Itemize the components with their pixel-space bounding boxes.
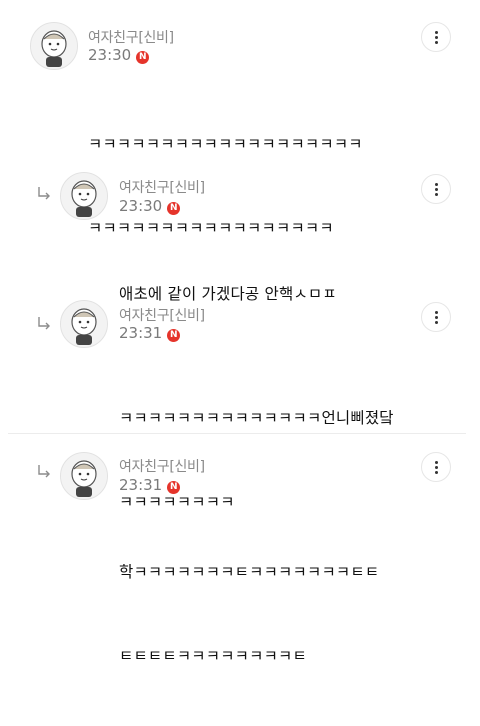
avatar[interactable] <box>30 22 78 70</box>
timestamp: 23:30 <box>119 197 163 215</box>
comment-line: ㅋㅋㅋㅋㅋㅋㅋㅋㅋㅋㅋㅋㅋㅋ언니삐졌닼 <box>119 409 394 427</box>
more-vertical-icon <box>435 311 438 314</box>
comment-item: 여자친구[신비] 23:30 N ㅋㅋㅋㅋㅋㅋㅋㅋㅋㅋㅋㅋㅋㅋㅋㅋㅋㅋㅋ ㅋㅋㅋㅋ… <box>0 0 480 237</box>
comment-time: 23:30 N <box>119 197 181 215</box>
comment-author[interactable]: 여자친구[신비] <box>119 456 205 476</box>
comment-time: 23:31 N <box>119 324 181 342</box>
avatar[interactable] <box>60 300 108 348</box>
reply-arrow-icon <box>38 187 50 200</box>
character-avatar-icon <box>61 173 107 219</box>
comment-body: 학ㅋㅋㅋㅋㅋㅋㅋㅌㅋㅋㅋㅋㅋㅋㅋㅌㅌ ㅌㅌㅌㅌㅋㅋㅋㅋㅋㅋㅋㅋㅌ <box>119 502 379 726</box>
comment-line: 학ㅋㅋㅋㅋㅋㅋㅋㅌㅋㅋㅋㅋㅋㅋㅋㅌㅌ <box>119 563 380 581</box>
more-vertical-icon <box>435 461 438 464</box>
reply-item: 여자친구[신비] 23:30 N 애초에 같이 가겠다공 안핵ㅅㅁㅍ <box>0 150 480 303</box>
reply-item: 여자친구[신비] 23:31 N 학ㅋㅋㅋㅋㅋㅋㅋㅌㅋㅋㅋㅋㅋㅋㅋㅌㅌ ㅌㅌㅌㅌㅋ… <box>0 434 480 665</box>
character-avatar-icon <box>61 301 107 347</box>
more-options-button[interactable] <box>421 452 451 482</box>
comment-author[interactable]: 여자친구[신비] <box>88 27 174 47</box>
new-badge: N <box>167 481 181 494</box>
reply-item: 여자친구[신비] 23:31 N ㅋㅋㅋㅋㅋㅋㅋㅋㅋㅋㅋㅋㅋㅋ언니삐졌닼 ㅋㅋㅋㅋ… <box>0 280 480 511</box>
more-options-button[interactable] <box>421 174 451 204</box>
reply-arrow-icon <box>38 317 50 330</box>
timestamp: 23:30 <box>88 46 132 64</box>
comment-author[interactable]: 여자친구[신비] <box>119 305 205 325</box>
more-options-button[interactable] <box>421 22 451 52</box>
new-badge: N <box>167 202 181 215</box>
more-options-button[interactable] <box>421 302 451 332</box>
timestamp: 23:31 <box>119 324 163 342</box>
more-vertical-icon <box>435 31 438 34</box>
comment-line: ㅌㅌㅌㅌㅋㅋㅋㅋㅋㅋㅋㅋㅌ <box>119 647 307 665</box>
comment-time: 23:31 N <box>119 476 181 494</box>
comment-time: 23:30 N <box>88 46 150 64</box>
character-avatar-icon <box>61 453 107 499</box>
timestamp: 23:31 <box>119 476 163 494</box>
reply-arrow-icon <box>38 465 50 478</box>
more-vertical-icon <box>435 183 438 186</box>
character-avatar-icon <box>31 23 77 69</box>
new-badge: N <box>136 51 150 64</box>
comment-author[interactable]: 여자친구[신비] <box>119 177 205 197</box>
new-badge: N <box>167 329 181 342</box>
avatar[interactable] <box>60 452 108 500</box>
avatar[interactable] <box>60 172 108 220</box>
